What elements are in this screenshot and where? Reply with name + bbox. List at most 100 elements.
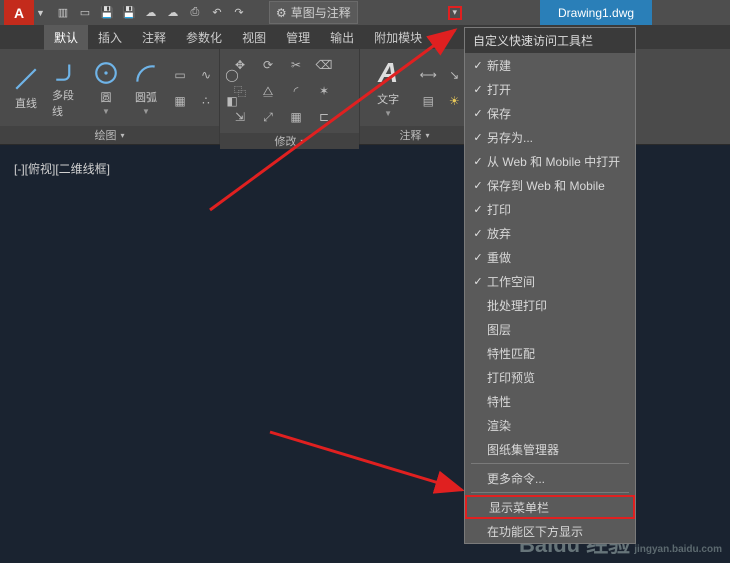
customize-item[interactable]: 在功能区下方显示	[465, 519, 635, 543]
qat-print-icon[interactable]: ⎙	[185, 3, 205, 23]
tool-offset-icon[interactable]: ⊏	[312, 105, 336, 129]
qat-saveweb-icon[interactable]: ☁	[163, 3, 183, 23]
tool-erase-icon[interactable]: ⌫	[312, 53, 336, 77]
tab-parametric[interactable]: 参数化	[176, 25, 232, 50]
document-tab[interactable]: Drawing1.dwg	[540, 0, 652, 25]
qat-saveas-icon[interactable]: 💾	[119, 3, 139, 23]
tool-hatch-icon[interactable]: ▦	[168, 89, 192, 113]
customize-item-label: 工作空间	[487, 273, 535, 290]
customize-item-label: 渲染	[487, 417, 511, 434]
tool-label: 圆弧	[135, 89, 157, 105]
workspace-dropdown[interactable]: ⚙ 草图与注释	[269, 1, 358, 24]
customize-item[interactable]: ✓工作空间	[465, 269, 635, 293]
tool-circle[interactable]: 圆 ▼	[88, 57, 124, 118]
tool-dim-icon[interactable]: ⟷	[416, 63, 440, 87]
tool-polyline[interactable]: 多段线	[48, 55, 84, 121]
customize-item[interactable]: ✓新建	[465, 53, 635, 77]
customize-item-label: 放弃	[487, 225, 511, 242]
line-icon	[12, 65, 40, 93]
customize-item[interactable]: 打印预览	[465, 365, 635, 389]
customize-item-label: 图纸集管理器	[487, 441, 559, 458]
customize-item[interactable]: 渲染	[465, 413, 635, 437]
customize-item[interactable]: 图纸集管理器	[465, 437, 635, 461]
customize-item[interactable]: 特性	[465, 389, 635, 413]
customize-item[interactable]: 显示菜单栏	[465, 495, 635, 519]
tool-rect-icon[interactable]: ▭	[168, 63, 192, 87]
tool-label: 直线	[15, 95, 37, 111]
app-menu-arrow[interactable]: ▼	[36, 8, 45, 18]
tool-stretch-icon[interactable]: ⇲	[228, 105, 252, 129]
qat-new-icon[interactable]: ▥	[53, 3, 73, 23]
annotate-small: ⟷ ↘ ▤ ☀	[416, 63, 466, 113]
check-icon: ✓	[469, 83, 487, 96]
customize-item[interactable]: 图层	[465, 317, 635, 341]
tool-trim-icon[interactable]: ✂	[284, 53, 308, 77]
tool-mirror-icon[interactable]: ⧋	[256, 79, 280, 103]
qat-openweb-icon[interactable]: ☁	[141, 3, 161, 23]
chevron-down-icon: ▼	[384, 109, 392, 118]
panel-title[interactable]: 绘图▾	[0, 126, 219, 144]
customize-item-label: 显示菜单栏	[489, 499, 549, 516]
customize-item[interactable]: ✓保存	[465, 101, 635, 125]
tool-arc[interactable]: 圆弧 ▼	[128, 57, 164, 118]
customize-item-label: 保存到 Web 和 Mobile	[487, 177, 605, 194]
qat-redo-icon[interactable]: ↷	[229, 3, 249, 23]
customize-item[interactable]: ✓打开	[465, 77, 635, 101]
tab-view[interactable]: 视图	[232, 25, 276, 50]
panel-title[interactable]: 注释▾	[360, 126, 469, 144]
check-icon: ✓	[469, 155, 487, 168]
customize-item-label: 在功能区下方显示	[487, 523, 583, 540]
tool-scale-icon[interactable]: ⤢	[256, 105, 280, 129]
check-icon: ✓	[469, 203, 487, 216]
tab-output[interactable]: 输出	[320, 25, 364, 50]
customize-item[interactable]: ✓从 Web 和 Mobile 中打开	[465, 149, 635, 173]
arc-icon	[132, 59, 160, 87]
tool-explode-icon[interactable]: ✶	[312, 79, 336, 103]
customize-item[interactable]: 更多命令...	[465, 466, 635, 490]
tool-text[interactable]: A 文字 ▼	[368, 55, 408, 120]
customize-item-label: 从 Web 和 Mobile 中打开	[487, 153, 620, 170]
tool-mark-icon[interactable]: ☀	[442, 89, 466, 113]
customize-item[interactable]: ✓保存到 Web 和 Mobile	[465, 173, 635, 197]
tool-copy-icon[interactable]: ⿻	[228, 79, 252, 103]
text-icon: A	[372, 57, 404, 89]
tab-manage[interactable]: 管理	[276, 25, 320, 50]
gear-icon: ⚙	[276, 6, 287, 20]
app-logo[interactable]: A	[4, 0, 34, 25]
customize-item[interactable]: ✓另存为...	[465, 125, 635, 149]
customize-item[interactable]: ✓放弃	[465, 221, 635, 245]
customize-item-label: 另存为...	[487, 129, 533, 146]
panel-modify: ✥ ⟳ ✂ ⌫ ⿻ ⧋ ◜ ✶ ⇲ ⤢ ▦ ⊏ 修改▾	[220, 49, 360, 144]
tool-line[interactable]: 直线	[8, 63, 44, 113]
tab-addins[interactable]: 附加模块	[364, 25, 432, 50]
tool-label: 多段线	[52, 87, 80, 119]
check-icon: ✓	[469, 275, 487, 288]
chevron-down-icon: ▼	[102, 107, 110, 116]
tool-point-icon[interactable]: ∴	[194, 89, 218, 113]
tab-annotate[interactable]: 注释	[132, 25, 176, 50]
qat-undo-icon[interactable]: ↶	[207, 3, 227, 23]
tool-array-icon[interactable]: ▦	[284, 105, 308, 129]
customize-item-label: 打印预览	[487, 369, 535, 386]
qat-save-icon[interactable]: 💾	[97, 3, 117, 23]
quick-access-toolbar: ▥ ▭ 💾 💾 ☁ ☁ ⎙ ↶ ↷	[53, 3, 249, 23]
customize-item[interactable]: ✓重做	[465, 245, 635, 269]
tool-label: 圆	[101, 89, 112, 105]
panel-title[interactable]: 修改▾	[220, 133, 359, 149]
qat-customize-arrow[interactable]: ▾	[448, 6, 462, 20]
tool-move-icon[interactable]: ✥	[228, 53, 252, 77]
viewport-label[interactable]: [-][俯视][二维线框]	[14, 160, 110, 177]
tab-insert[interactable]: 插入	[88, 25, 132, 50]
tool-fillet-icon[interactable]: ◜	[284, 79, 308, 103]
tool-table-icon[interactable]: ▤	[416, 89, 440, 113]
customize-item[interactable]: ✓打印	[465, 197, 635, 221]
customize-item[interactable]: 特性匹配	[465, 341, 635, 365]
tool-leader-icon[interactable]: ↘	[442, 63, 466, 87]
qat-open-icon[interactable]: ▭	[75, 3, 95, 23]
tool-spline-icon[interactable]: ∿	[194, 63, 218, 87]
customize-item[interactable]: 批处理打印	[465, 293, 635, 317]
customize-item-label: 图层	[487, 321, 511, 338]
check-icon: ✓	[469, 179, 487, 192]
tab-default[interactable]: 默认	[44, 25, 88, 50]
tool-rotate-icon[interactable]: ⟳	[256, 53, 280, 77]
